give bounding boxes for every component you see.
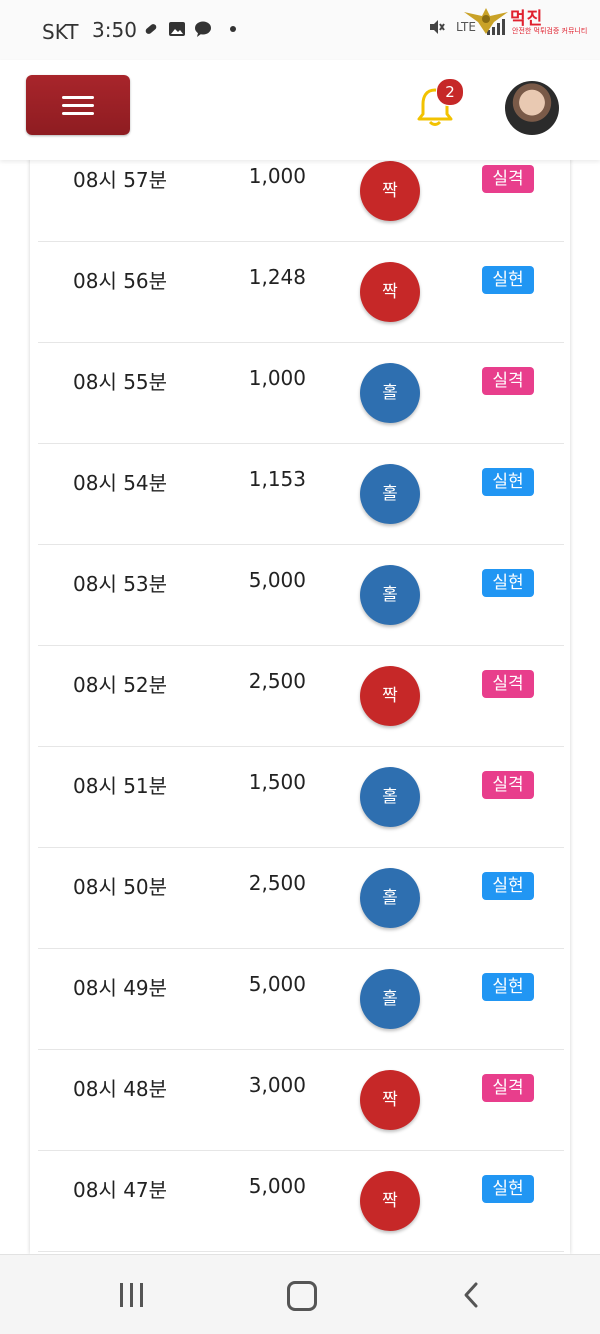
list-item: 08시 49분 5,000 홀 실현 (38, 948, 564, 1050)
row-time: 08시 50분 (73, 875, 168, 899)
avatar[interactable] (505, 81, 559, 135)
app-header: 2 (0, 60, 600, 160)
row-amount: 5,000 (248, 568, 306, 592)
result-even-badge: 짝 (360, 1171, 420, 1231)
talk-icon (195, 21, 211, 37)
recent-apps-icon[interactable] (120, 1283, 143, 1307)
row-time: 08시 52분 (73, 673, 168, 697)
hamburger-line (62, 95, 94, 99)
status-success-badge: 실현 (482, 872, 534, 900)
gallery-icon (169, 22, 185, 36)
mute-icon (430, 20, 445, 34)
row-time: 08시 57분 (73, 168, 168, 192)
list-item: 08시 54분 1,153 홀 실현 (38, 443, 564, 545)
status-success-badge: 실현 (482, 468, 534, 496)
status-fail-badge: 실격 (482, 367, 534, 395)
bet-history-list: 08시 57분 1,000 짝 실격 08시 56분 1,248 짝 실현 08… (30, 140, 570, 1254)
result-odd-badge: 홀 (360, 969, 420, 1029)
notification-icons (142, 20, 236, 38)
row-amount: 1,500 (248, 770, 306, 794)
row-time: 08시 47분 (73, 1178, 168, 1202)
home-icon[interactable] (287, 1281, 317, 1311)
row-amount: 5,000 (248, 1174, 306, 1198)
row-amount: 2,500 (248, 669, 306, 693)
recent-bar (130, 1283, 133, 1307)
row-time: 08시 56분 (73, 269, 168, 293)
list-item: 08시 52분 2,500 짝 실격 (38, 645, 564, 747)
row-time: 08시 55분 (73, 370, 168, 394)
row-time: 08시 53분 (73, 572, 168, 596)
hamburger-line (62, 111, 94, 115)
status-success-badge: 실현 (482, 569, 534, 597)
result-odd-badge: 홀 (360, 767, 420, 827)
result-even-badge: 짝 (360, 666, 420, 726)
list-item: 08시 48분 3,000 짝 실격 (38, 1049, 564, 1151)
result-even-badge: 짝 (360, 1070, 420, 1130)
hamburger-line (62, 103, 94, 107)
list-item: 08시 50분 2,500 홀 실현 (38, 847, 564, 949)
notification-badge: 2 (436, 78, 464, 106)
status-bar: SKT 3:50 LTE 먹진 안전한 먹튀검증 커뮤니티 (0, 0, 600, 60)
status-fail-badge: 실격 (482, 1074, 534, 1102)
row-amount: 1,153 (248, 467, 306, 491)
status-fail-badge: 실격 (482, 670, 534, 698)
result-odd-badge: 홀 (360, 464, 420, 524)
watermark-subtext: 안전한 먹튀검증 커뮤니티 (512, 27, 588, 35)
recent-bar (140, 1283, 143, 1307)
watermark-logo: 먹진 안전한 먹튀검증 커뮤니티 (462, 2, 596, 40)
list-item: 08시 56분 1,248 짝 실현 (38, 241, 564, 343)
row-time: 08시 49분 (73, 976, 168, 1000)
result-odd-badge: 홀 (360, 363, 420, 423)
status-fail-badge: 실격 (482, 165, 534, 193)
list-item: 08시 51분 1,500 홀 실격 (38, 746, 564, 848)
row-amount: 3,000 (248, 1073, 306, 1097)
row-amount: 1,000 (248, 164, 306, 188)
row-time: 08시 54분 (73, 471, 168, 495)
result-odd-badge: 홀 (360, 565, 420, 625)
result-even-badge: 짝 (360, 262, 420, 322)
list-item: 08시 55분 1,000 홀 실격 (38, 342, 564, 444)
status-success-badge: 실현 (482, 1175, 534, 1203)
row-amount: 5,000 (248, 972, 306, 996)
row-amount: 2,500 (248, 871, 306, 895)
recent-bar (120, 1283, 123, 1307)
more-dot-icon (230, 26, 236, 32)
row-amount: 1,248 (248, 265, 306, 289)
eagle-emblem-icon (464, 8, 508, 34)
result-even-badge: 짝 (360, 161, 420, 221)
carrier-label: SKT (42, 20, 79, 44)
status-success-badge: 실현 (482, 973, 534, 1001)
menu-button[interactable] (26, 75, 130, 135)
row-amount: 1,000 (248, 366, 306, 390)
system-nav-bar (0, 1254, 600, 1334)
back-icon[interactable] (458, 1280, 488, 1310)
row-time: 08시 48분 (73, 1077, 168, 1101)
result-odd-badge: 홀 (360, 868, 420, 928)
list-item: 08시 53분 5,000 홀 실현 (38, 544, 564, 646)
row-time: 08시 51분 (73, 774, 168, 798)
pill-icon (145, 24, 157, 34)
status-success-badge: 실현 (482, 266, 534, 294)
list-item: 08시 47분 5,000 짝 실현 (38, 1150, 564, 1252)
clock: 3:50 (92, 18, 137, 42)
status-fail-badge: 실격 (482, 771, 534, 799)
